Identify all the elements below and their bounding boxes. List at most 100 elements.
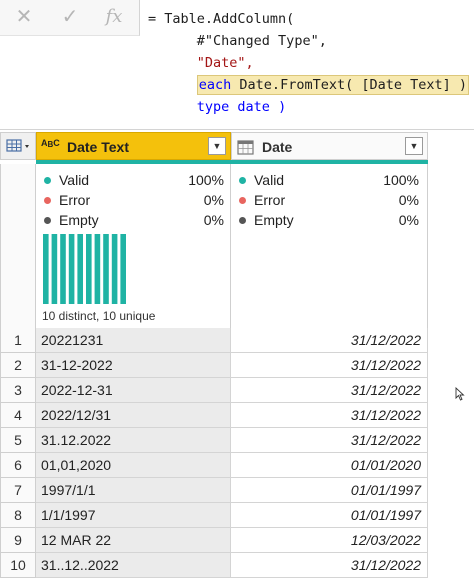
column-header-date[interactable]: Date ▼ <box>231 132 428 160</box>
cell-date-text[interactable]: 20221231 <box>36 328 231 353</box>
table-row[interactable]: 3 2022-12-31 31/12/2022 <box>0 378 428 403</box>
cell-date[interactable]: 31/12/2022 <box>231 378 428 403</box>
stat-value: 100% <box>188 172 224 188</box>
formula-each-keyword: each <box>198 77 232 93</box>
cell-date[interactable]: 01/01/1997 <box>231 478 428 503</box>
formula-line-5: date ) <box>229 99 287 115</box>
header-row: ABC Date Text ▼ Date ▼ <box>0 132 428 164</box>
formula-line-2: #"Changed Type", <box>196 33 327 49</box>
formula-line-3: "Date", <box>196 55 254 71</box>
table-icon <box>6 139 29 152</box>
cell-date-text[interactable]: 2022-12-31 <box>36 378 231 403</box>
row-index[interactable]: 4 <box>0 403 36 428</box>
stat-label: Error <box>59 192 91 208</box>
formula-bar: ✕ ✓ fx = Table.AddColumn( #"Changed Type… <box>0 0 474 130</box>
distinct-count: 10 distinct, 10 unique <box>42 309 156 323</box>
distribution-bar[interactable] <box>103 234 109 304</box>
formula-bar-buttons: ✕ ✓ fx <box>0 0 140 36</box>
empty-dot-icon <box>239 216 246 224</box>
table-row[interactable]: 1 20221231 31/12/2022 <box>0 328 428 353</box>
row-index[interactable]: 5 <box>0 428 36 453</box>
formula-line-4-tail: , <box>469 77 474 93</box>
stat-value: 0% <box>398 212 419 228</box>
formula-editor[interactable]: = Table.AddColumn( #"Changed Type", "Dat… <box>148 8 474 118</box>
table-row[interactable]: 6 01,01,2020 01/01/2020 <box>0 453 428 478</box>
stat-value: 0% <box>398 192 419 208</box>
valid-dot-icon <box>239 176 246 184</box>
stat-error: Error 0% <box>239 192 419 210</box>
column-name: Date <box>262 139 293 155</box>
formula-line-4: Date.FromText( [Date Text] ) <box>231 77 467 93</box>
error-dot-icon <box>44 196 51 204</box>
distribution-bar[interactable] <box>60 234 66 304</box>
table-row[interactable]: 9 12 MAR 22 12/03/2022 <box>0 528 428 553</box>
row-index[interactable]: 3 <box>0 378 36 403</box>
valid-dot-icon <box>44 176 51 184</box>
distribution-bar[interactable] <box>51 234 58 304</box>
distribution-bar[interactable] <box>43 234 49 304</box>
formula-line-1: = Table.AddColumn( <box>148 11 295 27</box>
cell-date-text[interactable]: 31.12.2022 <box>36 428 231 453</box>
distribution-bar[interactable] <box>111 234 118 304</box>
row-index[interactable]: 6 <box>0 453 36 478</box>
cell-date-text[interactable]: 31-12-2022 <box>36 353 231 378</box>
table-row[interactable]: 4 2022/12/31 31/12/2022 <box>0 403 428 428</box>
distribution-bar[interactable] <box>68 234 75 304</box>
cell-date[interactable]: 31/12/2022 <box>231 428 428 453</box>
distribution-bar[interactable] <box>120 234 126 304</box>
filter-dropdown-button[interactable]: ▼ <box>208 137 226 155</box>
distribution-bar[interactable] <box>86 234 92 304</box>
cell-date-text[interactable]: 12 MAR 22 <box>36 528 231 553</box>
formula-highlight: each Date.FromText( [Date Text] ) <box>196 75 469 95</box>
calendar-icon[interactable] <box>237 139 255 155</box>
cell-date[interactable]: 12/03/2022 <box>231 528 428 553</box>
distribution-bar[interactable] <box>77 234 83 304</box>
value-distribution-chart[interactable] <box>42 234 128 304</box>
stat-label: Error <box>254 192 286 208</box>
stat-value: 0% <box>203 212 224 228</box>
cell-date[interactable]: 31/12/2022 <box>231 403 428 428</box>
confirm-check-icon[interactable]: ✓ <box>56 5 84 29</box>
table-row[interactable]: 10 31..12..2022 31/12/2022 <box>0 553 428 578</box>
stat-empty: Empty 0% <box>239 212 419 230</box>
table-row[interactable]: 2 31-12-2022 31/12/2022 <box>0 353 428 378</box>
stat-label: Empty <box>254 212 294 228</box>
stat-empty: Empty 0% <box>44 212 224 230</box>
table-row[interactable]: 8 1/1/1997 01/01/1997 <box>0 503 428 528</box>
row-index[interactable]: 8 <box>0 503 36 528</box>
profile-date-text: Valid 100% Error 0% Empty 0% 10 distinct… <box>36 164 231 328</box>
cell-date-text[interactable]: 1997/1/1 <box>36 478 231 503</box>
cell-date-text[interactable]: 2022/12/31 <box>36 403 231 428</box>
fx-icon[interactable]: fx <box>100 5 128 29</box>
distribution-bar[interactable] <box>94 234 101 304</box>
row-index[interactable]: 1 <box>0 328 36 353</box>
stat-value: 0% <box>203 192 224 208</box>
row-index[interactable]: 10 <box>0 553 36 578</box>
table-row[interactable]: 7 1997/1/1 01/01/1997 <box>0 478 428 503</box>
cancel-x-icon[interactable]: ✕ <box>10 5 38 29</box>
row-index[interactable]: 2 <box>0 353 36 378</box>
formula-type-keyword: type <box>196 99 230 115</box>
cell-date-text[interactable]: 31..12..2022 <box>36 553 231 578</box>
text-type-icon[interactable]: ABC <box>41 138 60 150</box>
cell-date-text[interactable]: 01,01,2020 <box>36 453 231 478</box>
table-menu-button[interactable] <box>0 132 36 160</box>
profile-date: Valid 100% Error 0% Empty 0% <box>231 164 428 328</box>
cell-date[interactable]: 01/01/1997 <box>231 503 428 528</box>
cell-date[interactable]: 31/12/2022 <box>231 353 428 378</box>
stat-value: 100% <box>383 172 419 188</box>
stat-label: Valid <box>59 172 90 188</box>
cell-date-text[interactable]: 1/1/1997 <box>36 503 231 528</box>
row-index[interactable]: 7 <box>0 478 36 503</box>
stat-valid: Valid 100% <box>239 172 419 190</box>
cell-date[interactable]: 31/12/2022 <box>231 328 428 353</box>
empty-dot-icon <box>44 216 51 224</box>
cell-date[interactable]: 31/12/2022 <box>231 553 428 578</box>
column-header-date-text[interactable]: ABC Date Text ▼ <box>36 132 231 160</box>
table-row[interactable]: 5 31.12.2022 31/12/2022 <box>0 428 428 453</box>
row-index[interactable]: 9 <box>0 528 36 553</box>
filter-dropdown-button[interactable]: ▼ <box>405 137 423 155</box>
column-profile-area: Valid 100% Error 0% Empty 0% 10 distinct… <box>0 164 428 328</box>
cell-date[interactable]: 01/01/2020 <box>231 453 428 478</box>
stat-valid: Valid 100% <box>44 172 224 190</box>
